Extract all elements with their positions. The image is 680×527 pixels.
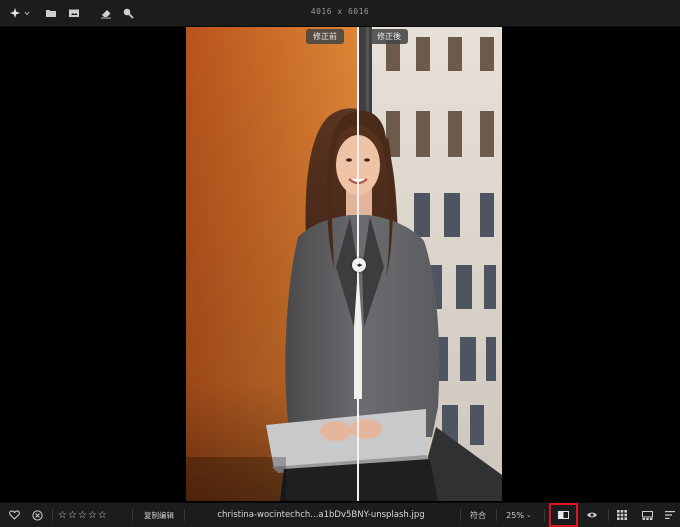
reject-button[interactable] — [29, 503, 45, 527]
compare-split-view-button[interactable] — [549, 503, 578, 527]
filmstrip-view-button[interactable] — [638, 503, 656, 527]
star-icon[interactable]: ☆ — [58, 510, 67, 521]
favorite-button[interactable] — [6, 503, 22, 527]
separator — [496, 509, 497, 521]
split-arrows-icon: ◂▸ — [356, 260, 362, 269]
image-dimensions: 4016 x 6016 — [310, 7, 370, 16]
star-icon[interactable]: ☆ — [88, 510, 97, 521]
separator — [608, 509, 609, 521]
grid-icon — [617, 510, 627, 520]
separator — [52, 509, 53, 521]
fit-button[interactable]: 符合 — [466, 503, 490, 527]
star-icon[interactable]: ☆ — [98, 510, 107, 521]
chevron-down-icon: ⌄ — [525, 511, 532, 519]
top-toolbar: 4016 x 6016 — [0, 0, 680, 27]
filmstrip-icon — [641, 510, 653, 520]
eye-icon — [587, 512, 597, 518]
zoom-value: 25% — [506, 510, 524, 520]
sort-menu-button[interactable] — [662, 503, 678, 527]
heart-icon — [8, 510, 20, 520]
sort-lines-icon — [665, 511, 675, 519]
star-icon[interactable]: ☆ — [68, 510, 77, 521]
after-label: 修正後 — [370, 29, 408, 44]
reject-circle-x-icon — [31, 509, 43, 521]
copy-edit-button[interactable]: 复制编辑 — [140, 503, 178, 527]
comparison-photo[interactable] — [186, 27, 502, 501]
split-view-icon — [558, 511, 569, 519]
star-icon[interactable]: ☆ — [78, 510, 87, 521]
portrait-photo — [186, 27, 502, 501]
separator — [132, 509, 133, 521]
preview-toggle-button[interactable] — [583, 503, 601, 527]
before-label: 修正前 — [306, 29, 344, 44]
separator — [544, 509, 545, 521]
zoom-dropdown[interactable]: 25% ⌄ — [502, 503, 536, 527]
star-rating[interactable]: ☆ ☆ ☆ ☆ ☆ — [58, 503, 124, 527]
grid-view-button[interactable] — [614, 503, 630, 527]
bottom-toolbar: ☆ ☆ ☆ ☆ ☆ 复制编辑 christina-wocintechch...a… — [0, 502, 680, 527]
filename-label: christina-wocintechch...a1bDv5BNY-unspla… — [217, 510, 425, 520]
separator — [460, 509, 461, 521]
split-handle[interactable]: ◂▸ — [352, 258, 366, 272]
separator — [184, 509, 185, 521]
